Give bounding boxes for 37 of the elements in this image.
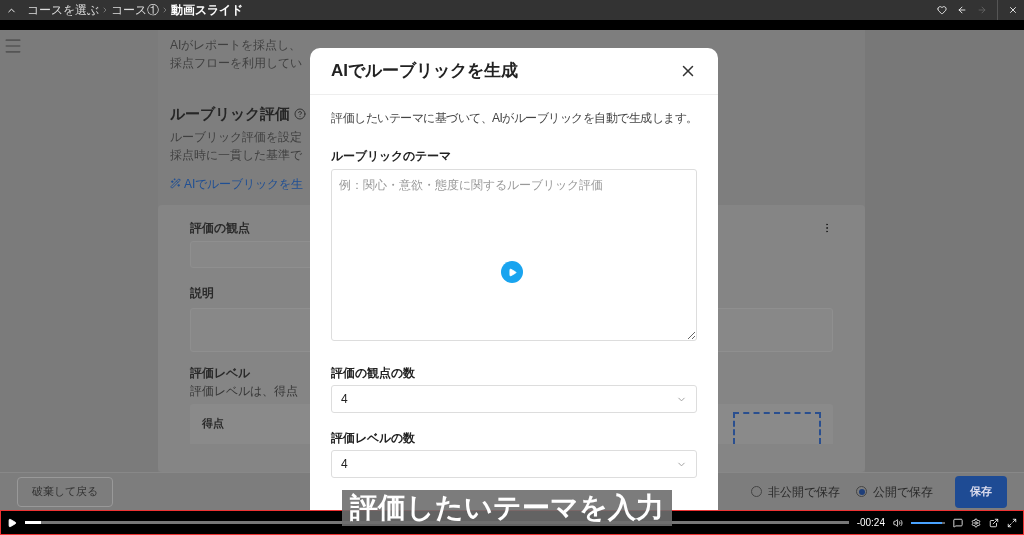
field-label: ルーブリックのテーマ [331, 148, 451, 165]
chevron-right-icon [161, 6, 169, 14]
captions-icon[interactable] [953, 517, 963, 528]
select-field[interactable]: 4 [331, 450, 697, 478]
breadcrumb-item[interactable]: コースを選ぶ [27, 2, 99, 18]
field-label: 説明 [190, 284, 214, 302]
chevron-right-icon [101, 6, 109, 14]
video-caption: 評価したいテーマを入力 [342, 490, 672, 526]
hint-text: 評価レベルは、得点 [190, 383, 298, 398]
field-label: 評価レベルの数 [331, 430, 415, 447]
modal-title: AIでルーブリックを生成 [331, 60, 518, 83]
popout-icon[interactable] [989, 517, 999, 528]
play-cursor-icon [501, 261, 523, 283]
section-title: ルーブリック評価 [170, 104, 290, 124]
table-header: 得点 [202, 416, 225, 432]
volume-icon[interactable] [893, 517, 903, 528]
visibility-radio[interactable]: 公開で保存 [856, 482, 933, 501]
field-label: 評価の観点 [190, 219, 250, 237]
progress-track[interactable] [25, 521, 849, 524]
help-icon[interactable] [294, 108, 306, 121]
field-label: 評価の観点の数 [331, 365, 415, 382]
breadcrumb-item[interactable]: 動画スライド [171, 2, 243, 18]
play-icon[interactable] [7, 517, 17, 528]
theme-textarea[interactable]: 例：関心・意欲・態度に関するルーブリック評価 [331, 169, 697, 341]
select-field[interactable]: 4 [331, 385, 697, 413]
fullscreen-icon[interactable] [1007, 517, 1017, 528]
heart-icon[interactable] [937, 5, 947, 15]
field-label: 評価レベル [190, 364, 250, 382]
time-remaining: -00:24 [856, 516, 885, 530]
visibility-radio[interactable]: 非公開で保存 [751, 482, 840, 501]
save-button[interactable]: 保存 [955, 475, 1007, 508]
modal-description: 評価したいテーマに基づいて、AIがルーブリックを自動で生成します。 [331, 110, 698, 127]
close-icon[interactable] [1008, 5, 1018, 15]
settings-icon[interactable] [971, 517, 981, 528]
magic-wand-icon [170, 178, 181, 189]
breadcrumb-item[interactable]: コース① [111, 2, 159, 18]
back-arrow-icon[interactable] [957, 5, 967, 15]
